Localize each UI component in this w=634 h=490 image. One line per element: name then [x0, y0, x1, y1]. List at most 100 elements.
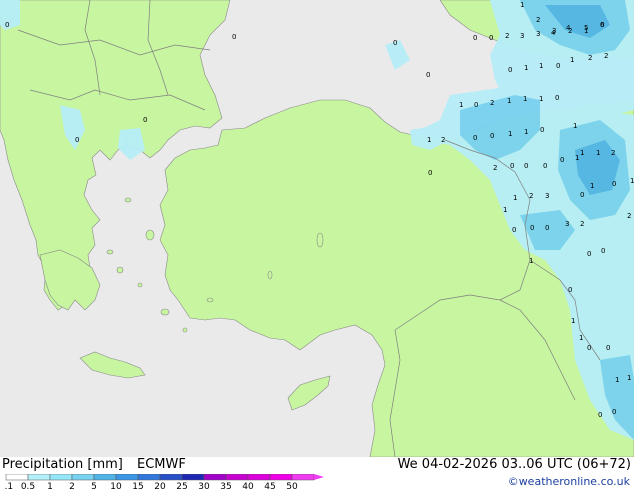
precip-value: 0: [426, 71, 430, 79]
legend-swatch: [5, 474, 29, 481]
legend-swatch: [203, 474, 227, 481]
precip-value: 1: [571, 317, 575, 325]
precip-value: 1: [573, 122, 577, 130]
precip-value: 0: [143, 116, 147, 124]
precip-value: 0: [587, 344, 591, 352]
precip-value: 1: [575, 154, 579, 162]
legend-label: 10: [110, 482, 122, 490]
precip-value: 0: [473, 134, 477, 142]
precip-value: 0: [232, 33, 236, 41]
precip-value: 0: [490, 132, 494, 140]
precip-value: 1: [507, 97, 511, 105]
legend-label: 2: [69, 482, 75, 490]
legend-swatch: [27, 474, 51, 481]
valid-datetime: We 04-02-2026 03..06 UTC (06+72): [397, 457, 631, 472]
legend-swatch: [181, 474, 205, 481]
precip-value: 1: [596, 149, 600, 157]
precip-value: 0: [560, 156, 564, 164]
legend-label: 25: [176, 482, 187, 490]
legend-swatch: [269, 474, 293, 481]
legend-arrow: [314, 474, 324, 480]
precip-value: 1: [427, 136, 431, 144]
precip-value: 1: [630, 177, 634, 185]
legend-swatch: [71, 474, 95, 481]
precip-value: 1: [524, 64, 528, 72]
chart-title: Precipitation [mm]: [2, 457, 123, 472]
footer: Precipitation [mm] ECMWF We 04-02-2026 0…: [0, 457, 634, 490]
legend-label: 0.1: [4, 482, 13, 490]
precip-value: 2: [588, 54, 592, 62]
precip-value: 2: [505, 32, 509, 40]
precip-value: 1: [523, 95, 527, 103]
precip-value: 0: [606, 344, 610, 352]
precip-value: 2: [529, 192, 533, 200]
legend-label: 20: [154, 482, 166, 490]
precip-value: 1: [627, 374, 631, 382]
precip-value: 1: [513, 194, 517, 202]
legend-label: 0.5: [21, 482, 35, 490]
legend-label: 40: [242, 482, 254, 490]
credit-link[interactable]: ©weatheronline.co.uk: [508, 475, 630, 488]
precip-value: 0: [474, 101, 478, 109]
precip-value: 0: [580, 191, 584, 199]
precip-value: 2: [611, 149, 615, 157]
legend-swatch: [115, 474, 139, 481]
precip-value: 1: [459, 101, 463, 109]
precip-value: 0: [545, 224, 549, 232]
precip-value: 0: [543, 162, 547, 170]
precip-value: 0: [612, 408, 616, 416]
precip-value: 2: [493, 164, 497, 172]
precip-value: 2: [627, 212, 631, 220]
precip-value: 0: [510, 162, 514, 170]
legend-label: 30: [198, 482, 210, 490]
precip-value: 0: [612, 180, 616, 188]
precip-value: 0: [473, 34, 477, 42]
precip-value: 0: [530, 224, 534, 232]
precip-value: 1: [503, 206, 507, 214]
precip-value: 1: [529, 257, 533, 265]
precip-value: 0: [524, 162, 528, 170]
legend-swatch: [49, 474, 73, 481]
legend-label: 45: [264, 482, 275, 490]
precip-value: 2: [568, 27, 572, 35]
precip-value: 3: [536, 30, 540, 38]
precip-value: 0: [568, 286, 572, 294]
precip-value: 3: [545, 192, 549, 200]
precip-value: 0: [5, 21, 9, 29]
precip-value: 1: [524, 128, 528, 136]
legend-swatch: [137, 474, 161, 481]
precip-value: 3: [520, 32, 524, 40]
legend-swatch: [159, 474, 183, 481]
precip-value: 0: [508, 66, 512, 74]
precip-value: 0: [555, 94, 559, 102]
precip-value: 0: [587, 250, 591, 258]
precip-value: 1: [615, 376, 619, 384]
precip-value: 1: [508, 130, 512, 138]
precip-value: 1: [584, 27, 588, 35]
precip-value: 2: [490, 99, 494, 107]
precip-value: 0: [393, 39, 397, 47]
legend-label: 50: [286, 482, 298, 490]
precip-value: 0: [512, 226, 516, 234]
precip-value: 0: [600, 21, 604, 29]
legend-label: 5: [91, 482, 97, 490]
precip-value: 1: [539, 62, 543, 70]
legend-label: 1: [47, 482, 53, 490]
precip-value: 2: [580, 220, 584, 228]
precip-value: 2: [604, 52, 608, 60]
precip-value: 1: [590, 182, 594, 190]
precip-value: 0: [601, 247, 605, 255]
precip-value: 0: [598, 411, 602, 419]
precip-value: 0: [75, 136, 79, 144]
precip-value: 1: [580, 149, 584, 157]
legend-swatch: [291, 474, 315, 481]
precip-value: 1: [579, 334, 583, 342]
precip-value: 1: [570, 56, 574, 64]
precip-value: 1: [539, 95, 543, 103]
color-scale-legend: 0.10.5125101520253035404550: [4, 474, 324, 490]
precip-value: 2: [536, 16, 540, 24]
legend-swatch: [93, 474, 117, 481]
legend-label: 15: [132, 482, 143, 490]
precip-value: 3: [565, 220, 569, 228]
legend-swatch: [225, 474, 249, 481]
